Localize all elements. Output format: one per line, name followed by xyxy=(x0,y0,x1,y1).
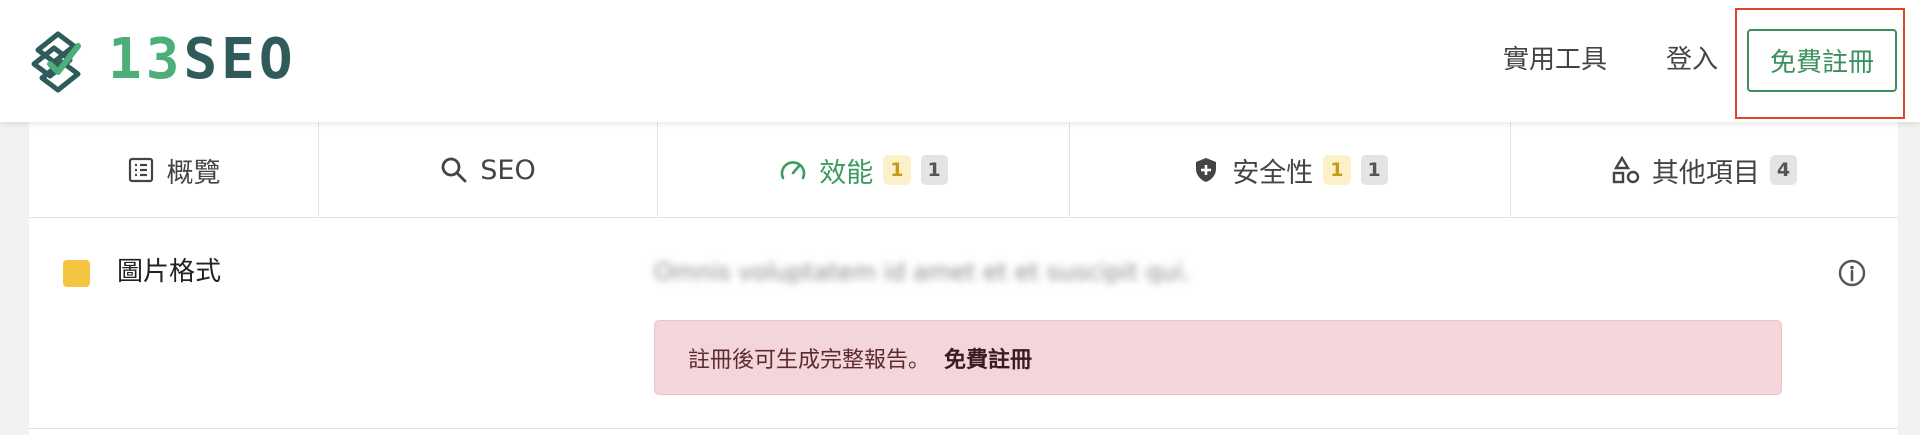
tab-performance-label: 效能 xyxy=(819,157,874,189)
shield-plus-icon xyxy=(1192,156,1220,184)
signup-alert: 註冊後可生成完整報告。 免費註冊 xyxy=(654,320,1782,395)
row-divider xyxy=(29,428,1898,429)
info-icon[interactable] xyxy=(1837,258,1867,288)
tab-other-label: 其他項目 xyxy=(1651,157,1760,189)
alert-text: 註冊後可生成完整報告。 xyxy=(688,347,931,373)
report-panel: 概覽 SEO 效能 1 1 安全性 1 1 其他項目 4 圖片格式 Omnis … xyxy=(29,122,1898,435)
shapes-icon xyxy=(1612,156,1640,184)
tab-security-label: 安全性 xyxy=(1232,157,1314,189)
security-warning-badge: 1 xyxy=(1323,155,1351,185)
speedometer-icon xyxy=(779,156,807,184)
tab-other[interactable]: 其他項目 4 xyxy=(1511,122,1898,218)
tab-seo-label: SEO xyxy=(480,154,536,186)
performance-count-badge: 1 xyxy=(920,155,948,185)
logo-mark-icon xyxy=(31,31,81,93)
tab-overview-label: 概覽 xyxy=(166,157,221,189)
logo-text: 13SEO xyxy=(108,27,297,92)
check-description: Omnis voluptatem id amet et et suscipit … xyxy=(654,258,1191,286)
check-title: 圖片格式 xyxy=(117,257,222,287)
nav-login-link[interactable]: 登入 xyxy=(1666,40,1718,80)
nav-tools-link[interactable]: 實用工具 xyxy=(1503,40,1607,80)
tab-performance[interactable]: 效能 1 1 xyxy=(658,122,1070,218)
tab-seo[interactable]: SEO xyxy=(319,122,658,218)
list-icon xyxy=(127,156,155,184)
signup-button[interactable]: 免費註冊 xyxy=(1747,29,1897,92)
tab-overview[interactable]: 概覽 xyxy=(29,122,319,218)
site-header: 13SEO 實用工具 登入 免費註冊 xyxy=(0,0,1920,122)
logo[interactable]: 13SEO xyxy=(28,24,297,96)
security-count-badge: 1 xyxy=(1360,155,1388,185)
other-count-badge: 4 xyxy=(1769,155,1798,185)
alert-signup-link[interactable]: 免費註冊 xyxy=(944,342,1032,374)
report-tabs: 概覽 SEO 效能 1 1 安全性 1 1 其他項目 4 xyxy=(29,122,1898,218)
warning-status-marker xyxy=(63,260,90,287)
search-icon xyxy=(440,156,468,184)
tab-security[interactable]: 安全性 1 1 xyxy=(1070,122,1511,218)
performance-warning-badge: 1 xyxy=(883,155,911,185)
